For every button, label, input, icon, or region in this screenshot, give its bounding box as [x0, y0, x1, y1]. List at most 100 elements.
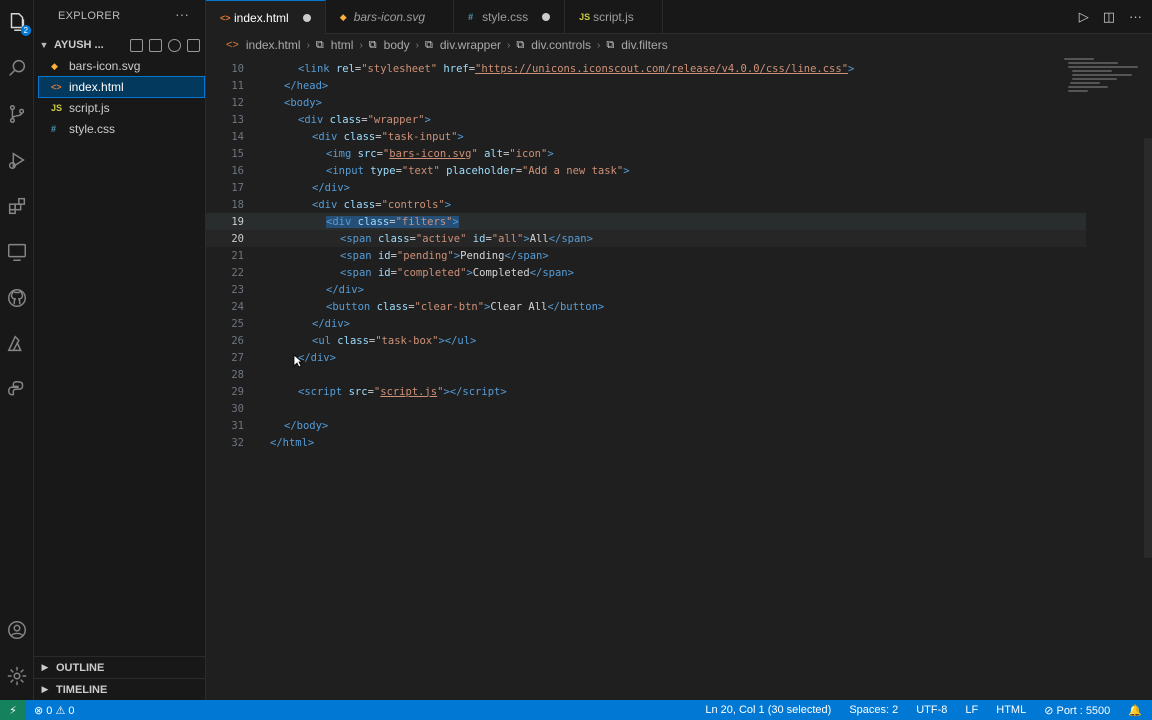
problems-indicator[interactable]: ⊗ 0 ⚠ 0 — [34, 704, 74, 717]
js-file-icon: JS — [579, 12, 591, 22]
new-folder-icon[interactable] — [149, 38, 162, 52]
code-text: <span id="pending">Pending</span> — [340, 249, 549, 262]
azure-icon[interactable] — [5, 332, 29, 356]
code-line[interactable]: 18 <div class="controls"> — [206, 196, 1086, 213]
code-line[interactable]: 21 <span id="pending">Pending</span> — [206, 247, 1086, 264]
minimap[interactable] — [1064, 56, 1144, 116]
code-text: <body> — [284, 96, 322, 109]
code-line[interactable]: 19 <div class="filters"> — [206, 213, 1086, 230]
code-line[interactable]: 12 <body> — [206, 94, 1086, 111]
element-icon: ⧉ — [368, 38, 377, 51]
breadcrumb-item[interactable]: div.wrapper — [440, 38, 501, 52]
explorer-icon[interactable]: 2 — [5, 10, 31, 36]
remote-explorer-icon[interactable] — [5, 240, 29, 264]
vertical-scrollbar[interactable] — [1144, 138, 1152, 558]
file-item-bars-icon-svg[interactable]: ◆ bars-icon.svg — [39, 56, 204, 76]
breadcrumb: <> index.html › ⧉ html › ⧉ body › ⧉ div.… — [206, 34, 1152, 56]
breadcrumb-item[interactable]: body — [384, 38, 410, 52]
code-line[interactable]: 10 <link rel="stylesheet" href="https://… — [206, 60, 1086, 77]
code-line[interactable]: 14 <div class="task-input"> — [206, 128, 1086, 145]
more-actions-icon[interactable]: ··· — [175, 6, 189, 22]
breadcrumb-item[interactable]: div.controls — [531, 38, 591, 52]
tab-style-css[interactable]: # style.css — [454, 0, 566, 34]
line-number: 29 — [231, 385, 244, 398]
js-file-icon: JS — [51, 103, 63, 113]
breadcrumb-item[interactable]: html — [331, 38, 354, 52]
cursor-position[interactable]: Ln 20, Col 1 (30 selected) — [705, 704, 831, 717]
notifications-bell-icon[interactable]: 🔔 — [1128, 704, 1142, 717]
line-ending[interactable]: LF — [965, 704, 978, 717]
line-number: 31 — [231, 419, 244, 432]
mouse-pointer-icon — [293, 354, 303, 368]
code-line[interactable]: 28 — [206, 366, 1086, 383]
encoding[interactable]: UTF-8 — [916, 704, 947, 717]
code-line[interactable]: 25 </div> — [206, 315, 1086, 332]
html-file-icon: <> — [226, 39, 239, 51]
file-name: style.css — [69, 122, 116, 136]
new-file-icon[interactable] — [130, 38, 143, 52]
language-mode[interactable]: HTML — [996, 704, 1026, 717]
file-name: script.js — [69, 101, 110, 115]
code-line[interactable]: 16 <input type="text" placeholder="Add a… — [206, 162, 1086, 179]
more-actions-icon[interactable]: ··· — [1129, 9, 1142, 25]
extensions-icon[interactable] — [5, 194, 29, 218]
indentation[interactable]: Spaces: 2 — [849, 704, 898, 717]
code-line[interactable]: 30 — [206, 400, 1086, 417]
outline-section[interactable]: ▶ OUTLINE — [34, 656, 206, 678]
code-line[interactable]: 32 </html> — [206, 434, 1086, 451]
breadcrumb-item[interactable]: index.html — [246, 38, 301, 52]
explorer-sidebar: EXPLORER ··· ▼ AYUSH ... ◆ bars-icon.svg… — [34, 0, 206, 700]
line-number: 15 — [231, 147, 244, 160]
code-text: <div class="filters"> — [326, 215, 459, 228]
tab-index-html[interactable]: <> index.html — [206, 0, 326, 34]
file-item-script-js[interactable]: JS script.js — [39, 98, 204, 118]
code-text: <ul class="task-box"></ul> — [312, 334, 477, 347]
code-line[interactable]: 31 </body> — [206, 417, 1086, 434]
html-file-icon: <> — [51, 82, 62, 92]
unsaved-dot-icon[interactable] — [302, 13, 311, 22]
tab-script-js[interactable]: JS script.js — [565, 0, 663, 34]
settings-gear-icon[interactable] — [5, 664, 29, 688]
source-control-icon[interactable] — [5, 102, 29, 126]
code-text: <button class="clear-btn">Clear All</but… — [326, 300, 605, 313]
status-bar: ⚡ ⊗ 0 ⚠ 0 Ln 20, Col 1 (30 selected) Spa… — [0, 700, 1152, 720]
run-debug-icon[interactable] — [5, 148, 29, 172]
unsaved-dot-icon[interactable] — [542, 13, 551, 21]
collapse-all-icon[interactable] — [187, 38, 200, 52]
element-icon: ⧉ — [516, 38, 525, 51]
file-item-style-css[interactable]: # style.css — [39, 119, 204, 139]
python-icon[interactable] — [5, 378, 29, 402]
code-line[interactable]: 20 <span class="active" id="all">All</sp… — [206, 230, 1086, 247]
split-editor-icon[interactable]: ◫ — [1103, 9, 1115, 25]
remote-indicator-icon[interactable]: ⚡ — [0, 700, 26, 720]
code-line[interactable]: 15 <img src="bars-icon.svg" alt="icon"> — [206, 145, 1086, 162]
code-line[interactable]: 11 </head> — [206, 77, 1086, 94]
code-line[interactable]: 26 <ul class="task-box"></ul> — [206, 332, 1086, 349]
code-line[interactable]: 22 <span id="completed">Completed</span> — [206, 264, 1086, 281]
search-icon[interactable] — [5, 56, 29, 80]
file-item-index-html[interactable]: <> index.html — [38, 76, 205, 98]
code-line[interactable]: 27 </div> — [206, 349, 1086, 366]
tab-bars-icon-svg[interactable]: ◆ bars-icon.svg — [326, 0, 455, 34]
timeline-section[interactable]: ▶ TIMELINE — [34, 678, 206, 700]
code-line[interactable]: 17 </div> — [206, 179, 1086, 196]
github-icon[interactable] — [5, 286, 29, 310]
svg-file-icon: ◆ — [339, 11, 347, 22]
code-editor[interactable]: 10 <link rel="stylesheet" href="https://… — [206, 60, 1086, 700]
run-icon[interactable]: ▷ — [1079, 9, 1089, 25]
element-icon: ⧉ — [606, 38, 615, 51]
account-icon[interactable] — [5, 618, 29, 642]
code-text: </div> — [312, 317, 350, 330]
code-text: </head> — [284, 79, 329, 92]
line-number: 16 — [231, 164, 244, 177]
code-line[interactable]: 29 <script src="script.js"></script> — [206, 383, 1086, 400]
chevron-right-icon: › — [359, 39, 363, 51]
code-line[interactable]: 13 <div class="wrapper"> — [206, 111, 1086, 128]
code-line[interactable]: 23 </div> — [206, 281, 1086, 298]
workspace-folder[interactable]: ▼ AYUSH ... — [34, 36, 206, 54]
breadcrumb-item[interactable]: div.filters — [621, 38, 667, 52]
live-server-port[interactable]: ⊘ Port : 5500 — [1044, 704, 1110, 717]
file-name: bars-icon.svg — [69, 59, 141, 73]
code-line[interactable]: 24 <button class="clear-btn">Clear All</… — [206, 298, 1086, 315]
refresh-icon[interactable] — [168, 38, 181, 52]
